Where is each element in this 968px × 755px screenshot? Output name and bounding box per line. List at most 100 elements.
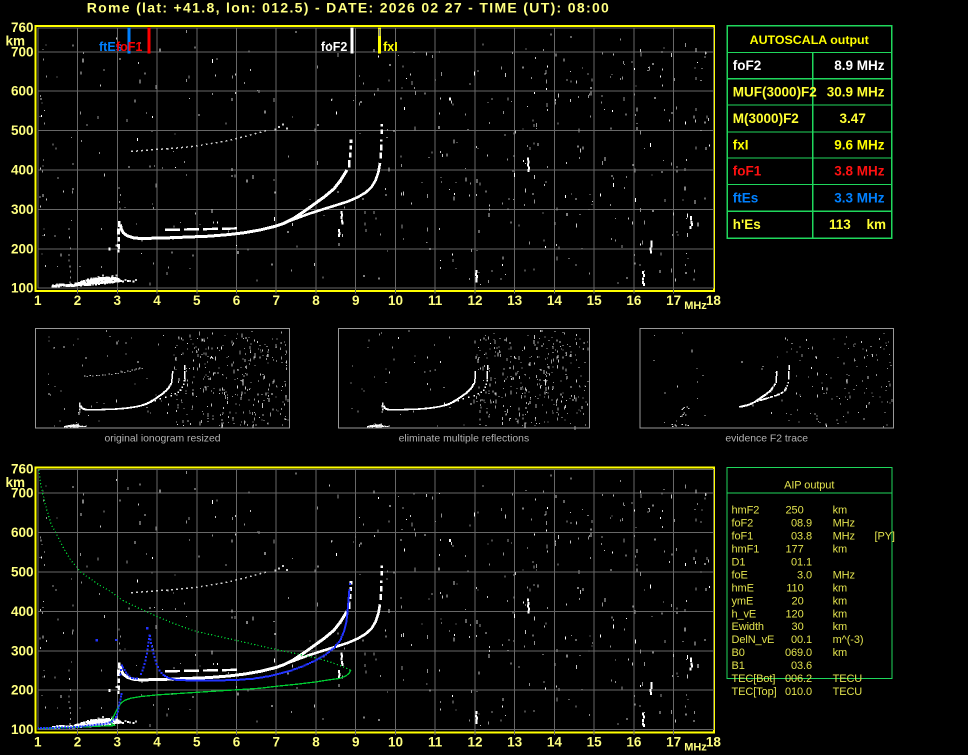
svg-text:Rome (lat: +41.8, lon: 012.5): Rome (lat: +41.8, lon: 012.5) - DATE: 20… (87, 0, 610, 16)
svg-text:1: 1 (34, 735, 42, 750)
svg-text:3.0: 3.0 (797, 569, 812, 581)
svg-text:3.8 MHz: 3.8 MHz (834, 164, 885, 179)
svg-text:h'Es: h'Es (733, 217, 761, 232)
svg-text:MHz: MHz (833, 518, 855, 530)
svg-text:hmF2: hmF2 (732, 505, 760, 517)
svg-text:100: 100 (11, 281, 34, 296)
svg-text:16: 16 (626, 293, 642, 308)
svg-text:13: 13 (507, 735, 523, 750)
svg-text:9: 9 (352, 293, 360, 308)
svg-text:foF2: foF2 (733, 58, 762, 73)
svg-text:500: 500 (11, 123, 34, 138)
svg-text:4: 4 (153, 293, 161, 308)
svg-text:300: 300 (11, 643, 34, 658)
svg-text:TEC[Bot]: TEC[Bot] (732, 673, 776, 685)
svg-text:hmE: hmE (732, 582, 754, 594)
svg-text:3.3 MHz: 3.3 MHz (834, 190, 885, 205)
svg-text:eliminate multiple reflections: eliminate multiple reflections (399, 434, 530, 445)
svg-text:11: 11 (428, 293, 443, 308)
svg-text:km: km (833, 647, 847, 659)
svg-text:30.9 MHz: 30.9 MHz (827, 85, 885, 100)
svg-text:m^(-3): m^(-3) (833, 634, 864, 646)
svg-text:foE: foE (732, 569, 748, 581)
svg-text:08.9: 08.9 (791, 518, 812, 530)
svg-text:01.1: 01.1 (791, 556, 812, 568)
svg-text:6: 6 (233, 293, 241, 308)
svg-text:TECU: TECU (833, 673, 863, 685)
svg-text:1: 1 (34, 293, 42, 308)
svg-text:B0: B0 (732, 647, 745, 659)
svg-text:hmF1: hmF1 (732, 543, 760, 555)
svg-text:17: 17 (666, 735, 681, 750)
svg-text:3: 3 (114, 293, 122, 308)
svg-text:2: 2 (74, 735, 82, 750)
svg-text:9.6 MHz: 9.6 MHz (834, 138, 885, 153)
svg-text:foF1: foF1 (116, 40, 142, 54)
svg-text:600: 600 (11, 84, 34, 99)
svg-text:100: 100 (11, 722, 34, 737)
svg-text:foF1: foF1 (732, 530, 754, 542)
svg-text:km: km (867, 217, 887, 232)
svg-text:ymE: ymE (732, 595, 754, 607)
svg-text:4: 4 (153, 735, 161, 750)
svg-text:200: 200 (11, 683, 34, 698)
svg-text:12: 12 (467, 293, 482, 308)
svg-text:11: 11 (428, 735, 443, 750)
svg-text:DelN_vE: DelN_vE (732, 634, 775, 646)
svg-text:177: 177 (786, 543, 804, 555)
svg-text:h_vE: h_vE (732, 608, 757, 620)
svg-text:original ionogram resized: original ionogram resized (104, 434, 220, 445)
svg-text:18: 18 (706, 735, 722, 750)
svg-text:010.0: 010.0 (785, 686, 812, 698)
svg-text:120: 120 (786, 608, 804, 620)
svg-text:200: 200 (11, 241, 34, 256)
svg-text:fxI: fxI (733, 138, 749, 153)
svg-text:5: 5 (193, 735, 201, 750)
svg-text:km: km (833, 543, 847, 555)
svg-text:7: 7 (272, 293, 280, 308)
svg-text:evidence F2 trace: evidence F2 trace (725, 434, 808, 445)
svg-text:foF2: foF2 (321, 40, 347, 54)
svg-text:MUF(3000)F2: MUF(3000)F2 (733, 85, 817, 100)
svg-text:foF1: foF1 (733, 164, 762, 179)
svg-text:400: 400 (11, 604, 34, 619)
svg-text:500: 500 (11, 565, 34, 580)
svg-text:9: 9 (352, 735, 360, 750)
svg-text:TECU: TECU (833, 686, 863, 698)
svg-text:10: 10 (388, 293, 403, 308)
svg-text:Ewidth: Ewidth (732, 621, 764, 633)
svg-text:3.47: 3.47 (840, 111, 866, 126)
svg-text:km: km (833, 505, 847, 517)
svg-text:10: 10 (388, 735, 403, 750)
svg-text:foF2: foF2 (732, 518, 754, 530)
svg-text:fxI: fxI (383, 40, 398, 54)
svg-text:8.9 MHz: 8.9 MHz (834, 58, 885, 73)
svg-text:13: 13 (507, 293, 523, 308)
svg-text:03.6: 03.6 (791, 660, 812, 672)
svg-text:TEC[Top]: TEC[Top] (732, 686, 777, 698)
svg-text:16: 16 (626, 735, 642, 750)
svg-text:069.0: 069.0 (785, 647, 812, 659)
svg-text:km: km (833, 608, 847, 620)
svg-text:17: 17 (666, 293, 681, 308)
svg-text:D1: D1 (732, 556, 746, 568)
svg-text:MHz: MHz (833, 569, 855, 581)
svg-text:MHz: MHz (833, 530, 855, 542)
svg-text:15: 15 (587, 735, 603, 750)
svg-text:MHz: MHz (684, 300, 707, 312)
svg-text:110: 110 (786, 582, 803, 594)
svg-text:300: 300 (11, 202, 34, 217)
svg-text:B1: B1 (732, 660, 745, 672)
svg-text:250: 250 (786, 505, 804, 517)
svg-text:18: 18 (706, 293, 722, 308)
svg-text:3: 3 (114, 735, 122, 750)
svg-text:6: 6 (233, 735, 241, 750)
svg-text:20: 20 (792, 595, 804, 607)
svg-text:AIP output: AIP output (784, 479, 834, 491)
svg-text:600: 600 (11, 525, 34, 540)
svg-text:006.2: 006.2 (785, 673, 812, 685)
svg-text:km: km (833, 582, 847, 594)
svg-text:113: 113 (829, 217, 851, 232)
svg-text:km: km (6, 475, 26, 490)
svg-text:14: 14 (547, 735, 563, 750)
